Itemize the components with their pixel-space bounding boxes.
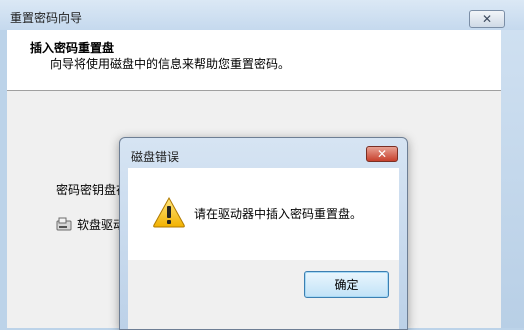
drive-label: 密码密钥盘在 [56, 183, 129, 197]
warning-icon [152, 196, 186, 228]
floppy-drive-icon [56, 216, 72, 232]
close-icon: ✕ [376, 147, 388, 161]
wizard-header: 插入密码重置盘 向导将使用磁盘中的信息来帮助您重置密码。 [7, 30, 501, 91]
dialog-close-button[interactable]: ✕ [366, 146, 398, 162]
dialog-footer: 确定 [128, 260, 399, 329]
wizard-title: 重置密码向导 [10, 11, 83, 25]
desktop-background [501, 30, 524, 328]
header-subtitle: 向导将使用磁盘中的信息来帮助您重置密码。 [50, 57, 291, 71]
dialog-message: 请在驱动器中插入密码重置盘。 [194, 207, 363, 221]
dialog-content: 请在驱动器中插入密码重置盘。 [128, 168, 399, 260]
error-dialog: 磁盘错误 ✕ 请在驱动器中插入密码重置盘。 确定 [119, 137, 408, 330]
close-icon: ✕ [481, 12, 493, 26]
wizard-titlebar: 重置密码向导 ✕ [0, 0, 524, 30]
wizard-close-button[interactable]: ✕ [469, 10, 505, 28]
dialog-title: 磁盘错误 [131, 150, 180, 164]
ok-button[interactable]: 确定 [304, 271, 389, 298]
header-title: 插入密码重置盘 [30, 41, 115, 55]
